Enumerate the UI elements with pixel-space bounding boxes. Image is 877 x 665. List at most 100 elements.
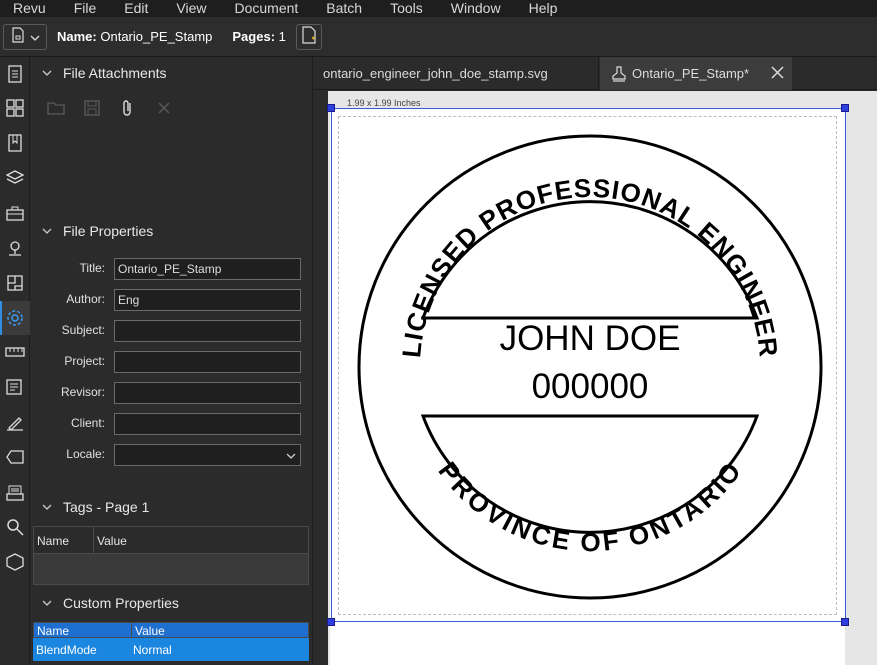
table-row[interactable]: BlendMode Normal — [33, 638, 309, 661]
resize-handle-bottom-left[interactable] — [327, 618, 335, 626]
menu-document[interactable]: Document — [220, 0, 312, 17]
tags-grid: Name Value — [33, 526, 309, 585]
menu-batch[interactable]: Batch — [312, 0, 376, 17]
project-row: Project: — [30, 351, 313, 373]
stamp-name: JOHN DOE — [500, 319, 681, 358]
client-field[interactable] — [114, 413, 301, 435]
save-icon[interactable] — [74, 97, 110, 119]
tags-header[interactable]: Tags - Page 1 — [30, 496, 313, 518]
client-row: Client: — [30, 413, 313, 435]
search-icon[interactable] — [0, 510, 30, 544]
custom-properties-grid: Name Value BlendMode Normal — [33, 622, 309, 661]
file-attachments-title: File Attachments — [63, 65, 167, 81]
title-label: Title: — [79, 261, 105, 275]
custom-properties-header[interactable]: Custom Properties — [30, 592, 313, 614]
tags-grid-body[interactable] — [34, 554, 308, 584]
3d-icon[interactable] — [0, 545, 30, 579]
grid-icon[interactable] — [0, 91, 30, 125]
subject-row: Subject: — [30, 320, 313, 342]
add-page-icon — [302, 26, 316, 47]
custom-value-column[interactable]: Value — [132, 623, 165, 638]
add-page-button[interactable] — [295, 23, 322, 50]
tags-grid-header: Name Value — [34, 527, 308, 554]
menu-view[interactable]: View — [162, 0, 220, 17]
project-label: Project: — [64, 354, 105, 368]
markups-list-icon[interactable] — [0, 370, 30, 404]
stamp-number: 000000 — [532, 367, 649, 406]
chevron-down-icon — [30, 70, 63, 76]
document-canvas[interactable]: 1.99 x 1.99 Inches LICENSED PROFESSIONAL… — [314, 91, 877, 665]
delete-icon[interactable] — [146, 97, 182, 119]
open-folder-icon[interactable] — [38, 97, 74, 119]
pages-value: 1 — [278, 29, 286, 44]
canvas-margin — [314, 91, 328, 665]
custom-row-name: BlendMode — [36, 642, 97, 657]
document-menu-button[interactable] — [3, 23, 47, 50]
resize-handle-top-left[interactable] — [327, 104, 335, 112]
subject-label: Subject: — [61, 323, 105, 337]
thumbnails-icon[interactable] — [0, 57, 30, 91]
author-field[interactable]: Eng — [114, 289, 301, 311]
revisor-label: Revisor: — [60, 385, 105, 399]
spaces-icon[interactable] — [0, 266, 30, 300]
pages-label: Pages: — [232, 29, 276, 44]
tags-name-column[interactable]: Name — [34, 527, 94, 553]
title-field[interactable]: Ontario_PE_Stamp — [114, 258, 301, 280]
bookmarks-icon[interactable] — [0, 126, 30, 160]
size-label: 1.99 x 1.99 Inches — [347, 98, 421, 108]
custom-name-column[interactable]: Name — [34, 623, 132, 638]
author-row: Author: Eng — [30, 289, 313, 311]
author-label: Author: — [66, 292, 105, 306]
attachment-toolbar — [38, 97, 182, 119]
menu-tools[interactable]: Tools — [376, 0, 437, 17]
paperclip-icon[interactable] — [110, 97, 146, 119]
signatures-icon[interactable] — [0, 405, 30, 439]
subject-field[interactable] — [114, 320, 301, 342]
tags-icon[interactable] — [0, 440, 30, 474]
revisor-row: Revisor: — [30, 382, 313, 404]
toolbox-icon[interactable] — [0, 196, 30, 230]
places-icon[interactable] — [0, 231, 30, 265]
custom-row-value: Normal — [133, 642, 172, 657]
document-toolbar: Name: Ontario_PE_Stamp Pages: 1 — [0, 17, 877, 57]
resize-handle-top-right[interactable] — [841, 104, 849, 112]
layers-icon[interactable] — [0, 161, 30, 195]
locale-label: Locale: — [66, 447, 105, 461]
tags-value-column[interactable]: Value — [94, 527, 127, 553]
engineer-stamp[interactable]: LICENSED PROFESSIONAL ENGINEER PROVINCE … — [357, 134, 823, 600]
chevron-down-icon — [30, 504, 63, 510]
menu-edit[interactable]: Edit — [110, 0, 162, 17]
resize-handle-bottom-right[interactable] — [841, 618, 849, 626]
measure-icon[interactable] — [0, 335, 30, 369]
menu-file[interactable]: File — [60, 0, 111, 17]
revisor-field[interactable] — [114, 382, 301, 404]
close-icon[interactable] — [771, 66, 784, 82]
project-field[interactable] — [114, 351, 301, 373]
custom-grid-header: Name Value — [33, 622, 309, 638]
properties-icon[interactable] — [0, 301, 30, 335]
locale-row: Locale: — [30, 444, 313, 466]
tab-label: ontario_engineer_john_doe_stamp.svg — [323, 66, 548, 81]
tab-stamp[interactable]: Ontario_PE_Stamp* — [600, 57, 792, 90]
title-row: Title: Ontario_PE_Stamp — [30, 258, 313, 280]
file-properties-title: File Properties — [63, 223, 154, 239]
document-tabs: ontario_engineer_john_doe_stamp.svg Onta… — [314, 57, 877, 90]
locale-select[interactable] — [114, 444, 301, 466]
menu-revu[interactable]: Revu — [0, 0, 60, 17]
document-icon — [11, 27, 25, 46]
chevron-down-icon — [286, 448, 296, 462]
name-value: Ontario_PE_Stamp — [100, 29, 213, 44]
file-properties-header[interactable]: File Properties — [30, 220, 313, 242]
file-attachments-header[interactable]: File Attachments — [30, 62, 313, 84]
stamp-bottom-text: PROVINCE OF ONTARIO — [433, 456, 748, 557]
studio-icon[interactable] — [0, 475, 30, 509]
menu-help[interactable]: Help — [515, 0, 572, 17]
chevron-down-icon — [30, 228, 63, 234]
custom-properties-title: Custom Properties — [63, 595, 179, 611]
document-name: Name: Ontario_PE_Stamp — [57, 29, 212, 44]
tab-svg-file[interactable]: ontario_engineer_john_doe_stamp.svg — [314, 57, 599, 90]
menu-window[interactable]: Window — [437, 0, 515, 17]
tab-label: Ontario_PE_Stamp* — [632, 66, 750, 81]
panel-icon-strip — [0, 57, 30, 665]
tags-title: Tags - Page 1 — [63, 499, 150, 515]
